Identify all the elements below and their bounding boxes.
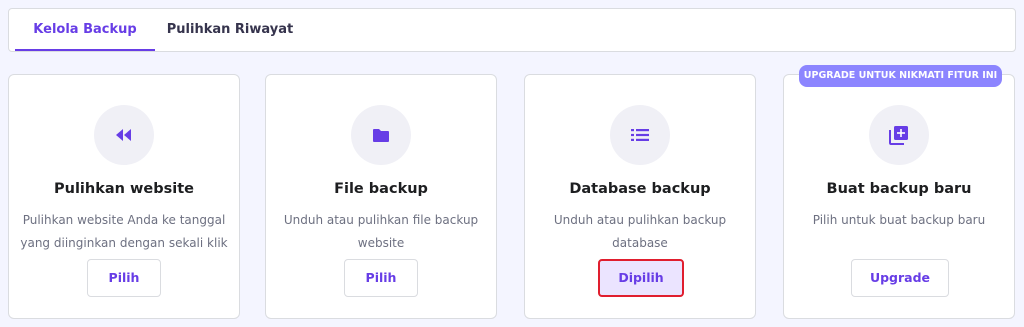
card-file-backup: File backup Unduh atau pulihkan file bac… (265, 74, 497, 319)
upgrade-badge: UPGRADE UNTUK NIKMATI FITUR INI (799, 65, 1002, 87)
card-description: Pilih untuk buat backup baru (812, 213, 986, 227)
card-title: File backup (334, 181, 428, 197)
tab-pulihkan-riwayat[interactable]: Pulihkan Riwayat (155, 9, 305, 51)
card-restore-website: Pulihkan website Pulihkan website Anda k… (8, 74, 240, 319)
select-button[interactable]: Pilih (87, 259, 161, 297)
tab-bar: Kelola Backup Pulihkan Riwayat (8, 8, 1016, 52)
card-title: Pulihkan website (54, 181, 194, 197)
folder-icon (351, 105, 411, 165)
card-title: Database backup (569, 181, 711, 197)
list-icon (610, 105, 670, 165)
rewind-icon (94, 105, 154, 165)
card-description: Unduh atau pulihkan file backup website (283, 213, 479, 250)
selected-button[interactable]: Dipilih (598, 259, 684, 297)
card-create-backup: Buat backup baru Pilih untuk buat backup… (783, 74, 1015, 319)
card-database-backup: Database backup Unduh atau pulihkan back… (524, 74, 756, 319)
select-button[interactable]: Pilih (344, 259, 418, 297)
upgrade-button[interactable]: Upgrade (851, 259, 949, 297)
card-description: Unduh atau pulihkan backup database (553, 213, 727, 250)
card-title: Buat backup baru (826, 181, 972, 197)
add-copy-icon (869, 105, 929, 165)
card-description: Pulihkan website Anda ke tanggal yang di… (20, 213, 228, 250)
tab-kelola-backup[interactable]: Kelola Backup (15, 9, 155, 51)
